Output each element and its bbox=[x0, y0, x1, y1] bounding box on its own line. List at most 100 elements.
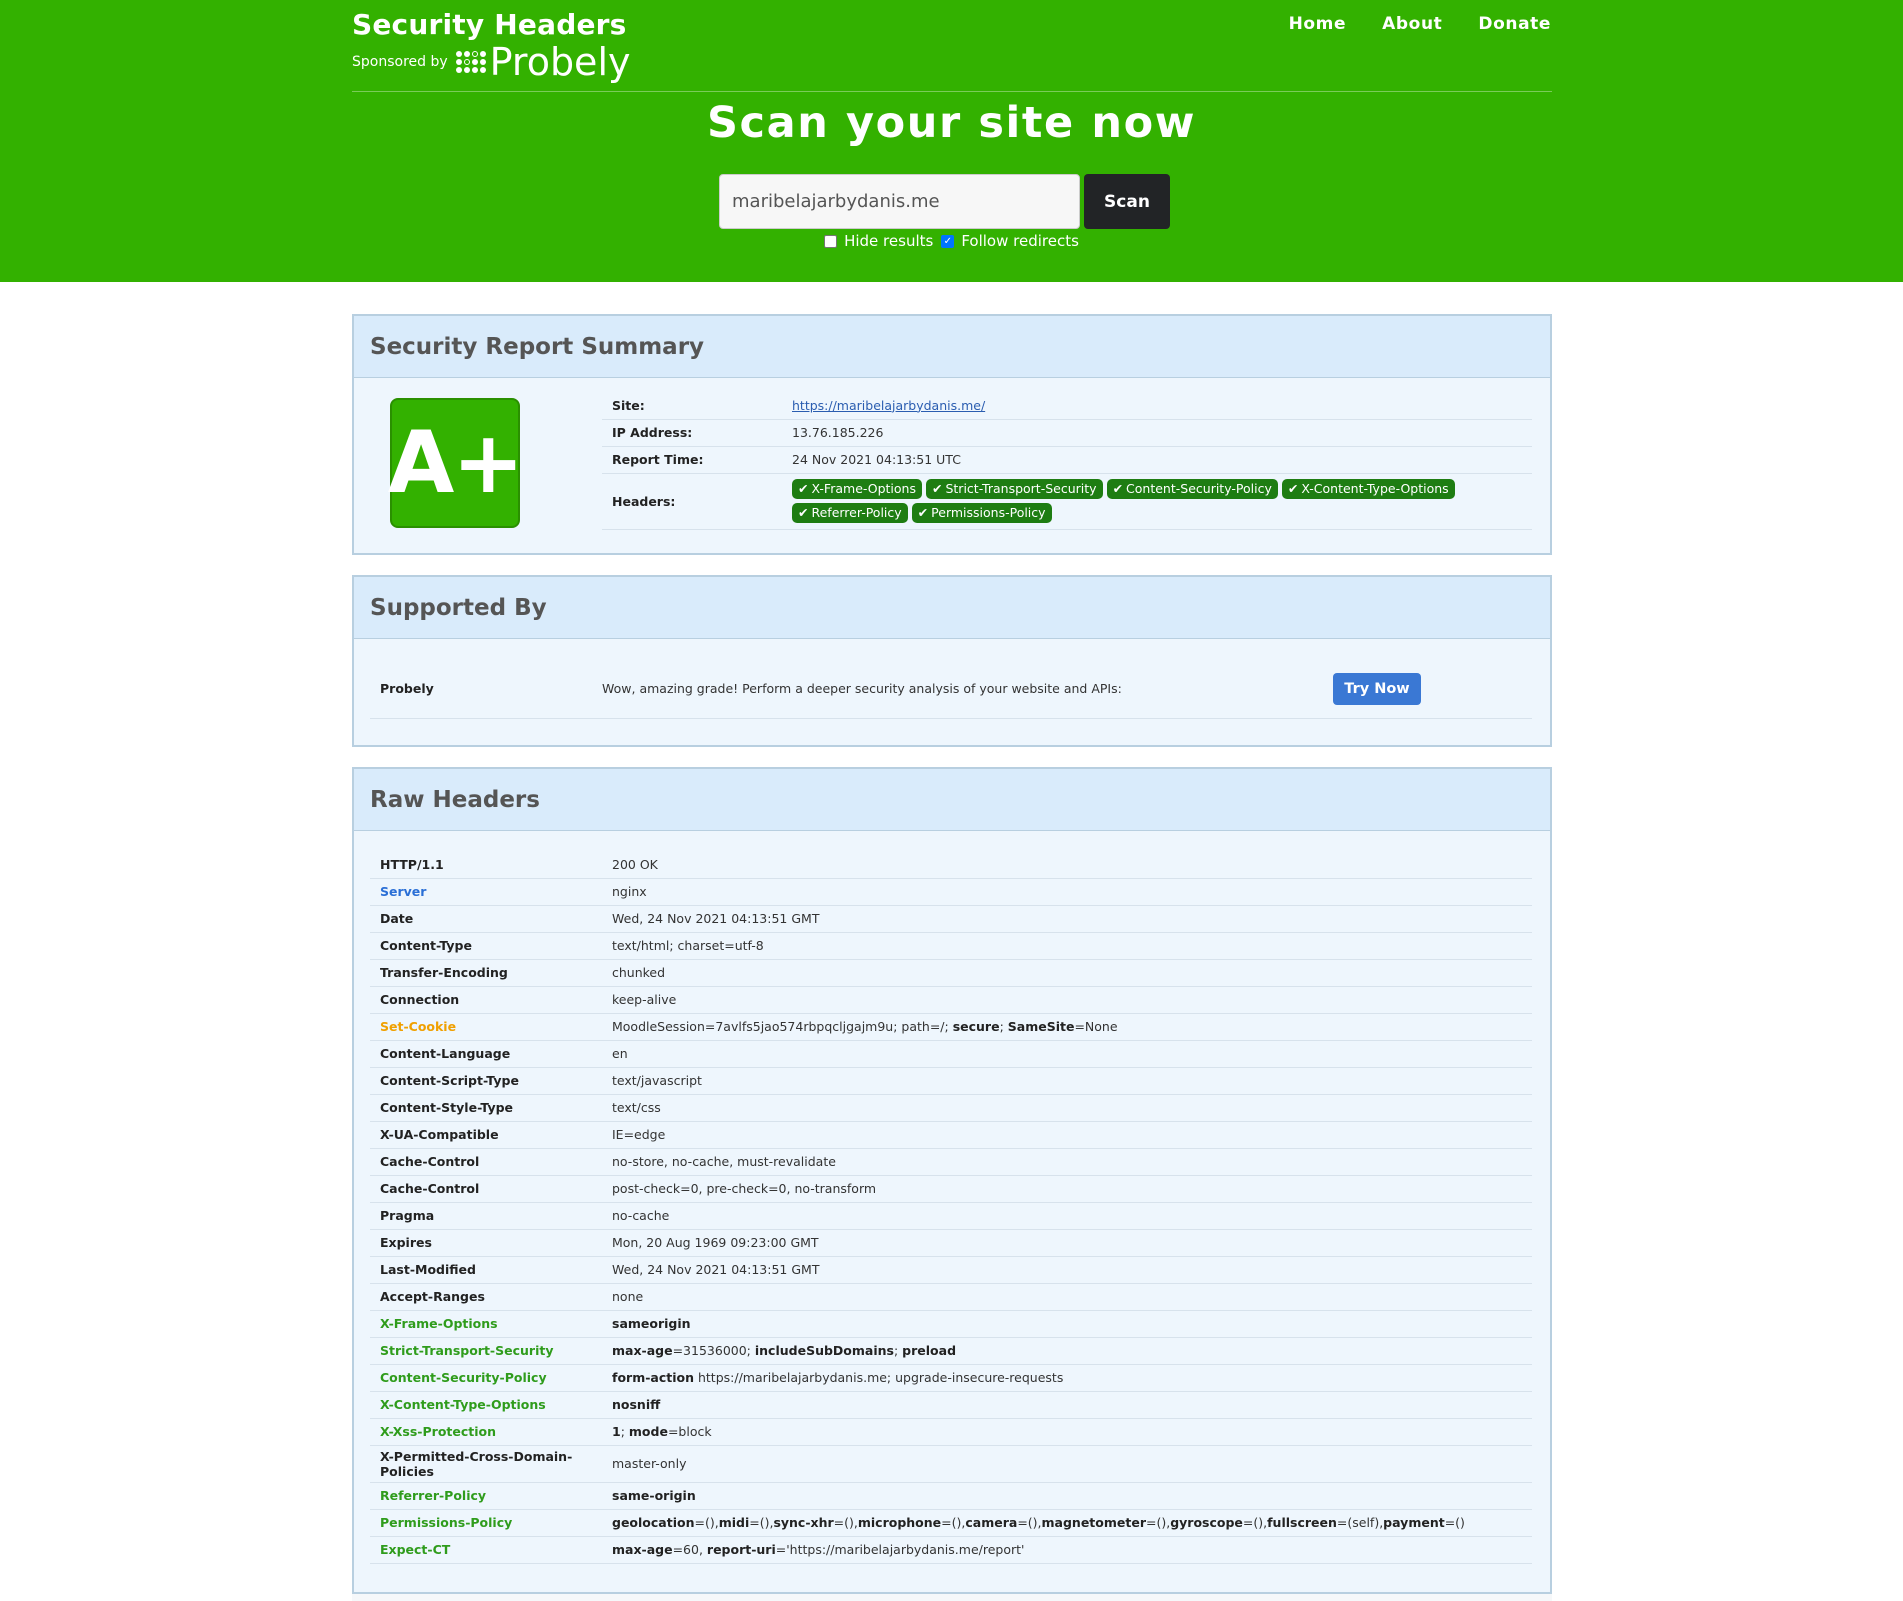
value-text: =() bbox=[1444, 1515, 1465, 1530]
raw-header-value: geolocation=(),midi=(),sync-xhr=(),micro… bbox=[602, 1509, 1532, 1537]
site-title[interactable]: Security Headers bbox=[352, 8, 627, 41]
sponsor-row[interactable]: Sponsored by Probely bbox=[352, 43, 631, 81]
raw-header-row: Content-Style-Type text/css bbox=[370, 1094, 1532, 1122]
scan-options: Hide results ✓ Follow redirects bbox=[0, 232, 1903, 250]
follow-redirects-option[interactable]: ✓ Follow redirects bbox=[941, 232, 1079, 250]
checkmark-icon: ✔ bbox=[1287, 481, 1299, 496]
raw-header-name: X-Permitted-Cross-Domain-Policies bbox=[370, 1445, 602, 1483]
value-text: nginx bbox=[612, 884, 647, 899]
summary-row-time: Report Time: 24 Nov 2021 04:13:51 UTC bbox=[602, 446, 1532, 474]
raw-header-name: Strict-Transport-Security bbox=[370, 1337, 602, 1365]
value-text: chunked bbox=[612, 965, 666, 980]
value-text: Wed, 24 Nov 2021 04:13:51 GMT bbox=[612, 911, 820, 926]
value-text: text/css bbox=[612, 1100, 661, 1115]
site-header: Security Headers Sponsored by Probely Ho… bbox=[0, 0, 1903, 282]
hide-results-checkbox[interactable] bbox=[824, 234, 838, 248]
nav-about-link[interactable]: About bbox=[1382, 14, 1442, 34]
raw-header-name: Content-Type bbox=[370, 932, 602, 960]
directive-name: payment bbox=[1383, 1515, 1445, 1530]
directive-name: max-age bbox=[612, 1343, 673, 1358]
raw-header-value: post-check=0, pre-check=0, no-transform bbox=[602, 1175, 1532, 1203]
value-text: =(), bbox=[694, 1515, 719, 1530]
raw-header-value: same-origin bbox=[602, 1482, 1532, 1510]
follow-redirects-label: Follow redirects bbox=[961, 232, 1079, 250]
raw-header-row: X-Permitted-Cross-Domain-Policies master-… bbox=[370, 1445, 1532, 1483]
value-text: =(), bbox=[1145, 1515, 1171, 1530]
raw-header-name: Content-Security-Policy bbox=[370, 1364, 602, 1392]
directive-name: preload bbox=[902, 1343, 957, 1358]
value-text: =block bbox=[667, 1424, 712, 1439]
raw-header-value: IE=edge bbox=[602, 1121, 1532, 1149]
scan-button[interactable]: Scan bbox=[1084, 174, 1170, 229]
raw-header-name: HTTP/1.1 bbox=[370, 851, 602, 879]
raw-header-name: X-UA-Compatible bbox=[370, 1121, 602, 1149]
follow-redirects-checkbox[interactable]: ✓ bbox=[941, 234, 955, 248]
directive-name: report-uri bbox=[706, 1542, 776, 1557]
raw-header-row: Referrer-Policy same-origin bbox=[370, 1482, 1532, 1510]
raw-header-name: X-Content-Type-Options bbox=[370, 1391, 602, 1419]
directive-name: sameorigin bbox=[612, 1316, 691, 1331]
value-text: text/html; charset=utf-8 bbox=[612, 938, 764, 953]
nav-home-link[interactable]: Home bbox=[1289, 14, 1347, 34]
raw-header-row: X-Frame-Options sameorigin bbox=[370, 1310, 1532, 1338]
header-badge-label: Strict-Transport-Security bbox=[945, 481, 1097, 496]
raw-header-value: MoodleSession=7avlfs5jao574rbpqcljgajm9u… bbox=[602, 1013, 1532, 1041]
raw-header-name: Referrer-Policy bbox=[370, 1482, 602, 1510]
summary-row-site: Site: https://maribelajarbydanis.me/ bbox=[602, 392, 1532, 420]
checkmark-icon: ✔ bbox=[931, 481, 943, 496]
sponsored-by-label: Sponsored by bbox=[352, 54, 448, 70]
directive-name: form-action bbox=[612, 1370, 694, 1385]
site-link[interactable]: https://maribelajarbydanis.me/ bbox=[792, 398, 985, 413]
hide-results-option[interactable]: Hide results bbox=[824, 232, 933, 250]
header-badge: ✔ X-Content-Type-Options bbox=[1281, 479, 1455, 499]
supported-panel: Supported By Probely Wow, amazing grade!… bbox=[352, 575, 1552, 747]
summary-row-ip: IP Address: 13.76.185.226 bbox=[602, 419, 1532, 447]
raw-header-value: nosniff bbox=[602, 1391, 1532, 1419]
raw-header-value: nginx bbox=[602, 878, 1532, 906]
grade-value: A+ bbox=[387, 413, 525, 513]
directive-name: magnetometer bbox=[1041, 1515, 1146, 1530]
header-badge: ✔ Referrer-Policy bbox=[792, 503, 908, 523]
value-text: =60, bbox=[672, 1542, 707, 1557]
raw-header-value: text/javascript bbox=[602, 1067, 1532, 1095]
value-text: =(self), bbox=[1336, 1515, 1384, 1530]
raw-header-name: Transfer-Encoding bbox=[370, 959, 602, 987]
raw-header-name: Server bbox=[370, 878, 602, 906]
value-text: keep-alive bbox=[612, 992, 677, 1007]
header-badge: ✔ X-Frame-Options bbox=[792, 479, 922, 499]
raw-header-value: text/html; charset=utf-8 bbox=[602, 932, 1532, 960]
header-badge: ✔ Content-Security-Policy bbox=[1106, 479, 1278, 499]
sponsor-row: Probely Wow, amazing grade! Perform a de… bbox=[370, 659, 1532, 719]
raw-header-row: Set-Cookie MoodleSession=7avlfs5jao574rbp… bbox=[370, 1013, 1532, 1041]
value-text: IE=edge bbox=[612, 1127, 666, 1142]
supported-heading: Supported By bbox=[370, 594, 547, 621]
summary-heading: Security Report Summary bbox=[370, 333, 705, 360]
raw-header-value: Wed, 24 Nov 2021 04:13:51 GMT bbox=[602, 905, 1532, 933]
raw-headers-panel-header: Raw Headers bbox=[354, 769, 1550, 831]
summary-panel-header: Security Report Summary bbox=[354, 316, 1550, 378]
raw-header-row: Pragma no-cache bbox=[370, 1202, 1532, 1230]
raw-header-row: Date Wed, 24 Nov 2021 04:13:51 GMT bbox=[370, 905, 1532, 933]
url-input[interactable] bbox=[719, 174, 1080, 229]
summary-table: Site: https://maribelajarbydanis.me/ IP … bbox=[602, 392, 1532, 530]
header-badge-label: X-Frame-Options bbox=[811, 481, 916, 496]
nav-donate-link[interactable]: Donate bbox=[1478, 14, 1551, 34]
raw-header-row: Content-Type text/html; charset=utf-8 bbox=[370, 932, 1532, 960]
grade-badge: A+ bbox=[387, 398, 525, 528]
raw-header-name: Content-Script-Type bbox=[370, 1067, 602, 1095]
directive-name: camera bbox=[965, 1515, 1018, 1530]
value-text: =31536000; bbox=[672, 1343, 755, 1358]
raw-header-value: Wed, 24 Nov 2021 04:13:51 GMT bbox=[602, 1256, 1532, 1284]
probely-logo-icon bbox=[455, 51, 486, 73]
value-text: no-store, no-cache, must-revalidate bbox=[612, 1154, 836, 1169]
value-text: =(), bbox=[833, 1515, 858, 1530]
value-text: en bbox=[612, 1046, 628, 1061]
raw-header-value: max-age=60, report-uri='https://maribela… bbox=[602, 1536, 1532, 1564]
value-text: =(), bbox=[749, 1515, 774, 1530]
value-text: ='https://maribelajarbydanis.me/report' bbox=[775, 1542, 1025, 1557]
next-panel-edge bbox=[352, 1594, 1552, 1601]
try-now-button[interactable]: Try Now bbox=[1333, 672, 1421, 705]
value-text: no-cache bbox=[612, 1208, 670, 1223]
raw-header-row: Strict-Transport-Security max-age=3153600… bbox=[370, 1337, 1532, 1365]
raw-header-name: Date bbox=[370, 905, 602, 933]
